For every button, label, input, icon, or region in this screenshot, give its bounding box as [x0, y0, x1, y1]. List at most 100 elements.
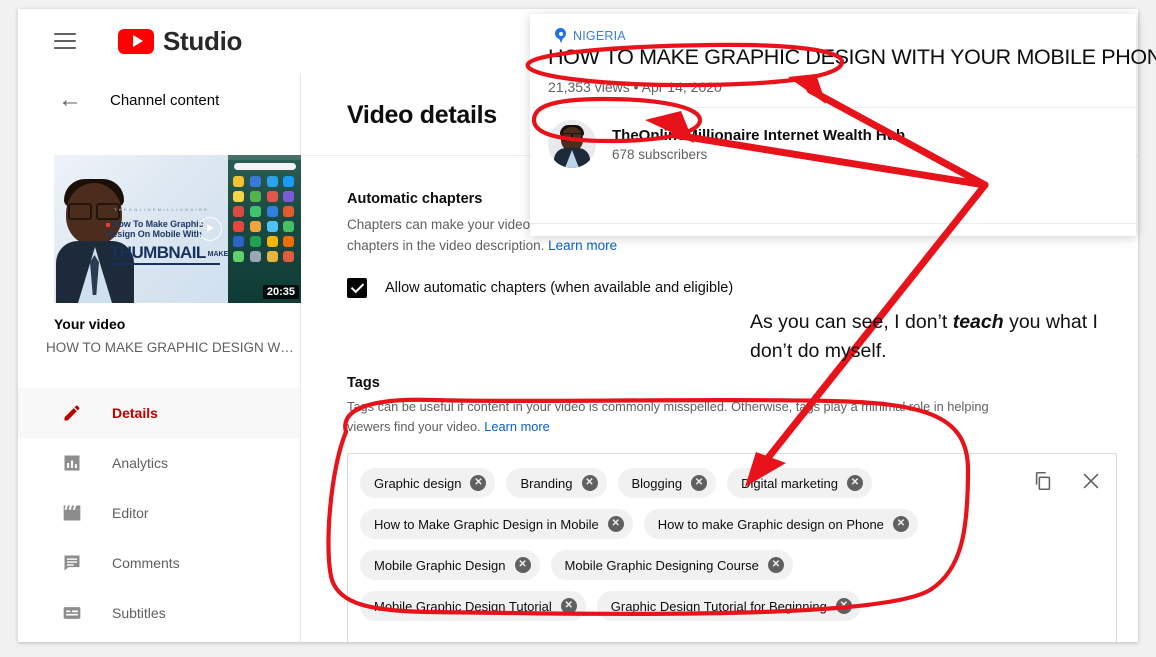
thumbnail-kicker: THEONLINEMILLIONAIRE: [114, 207, 210, 212]
sidebar-nav: Details Analytics Editor Comments Subtit…: [18, 388, 300, 638]
phone-screenshot: [228, 155, 302, 303]
sidebar-item-label: Comments: [112, 555, 180, 571]
tag-chip[interactable]: Blogging ✕: [617, 468, 717, 498]
tag-chip-row: How to Make Graphic Design in Mobile ✕ Ho…: [360, 509, 990, 539]
tag-chip[interactable]: Branding ✕: [506, 468, 607, 498]
remove-chip-icon[interactable]: ✕: [691, 475, 708, 491]
tags-section: Tags Tags can be useful if content in yo…: [347, 375, 1117, 642]
chapters-learn-more-link[interactable]: Learn more: [548, 238, 617, 253]
tag-chip-label: Mobile Graphic Designing Course: [564, 557, 759, 573]
video-preview-card[interactable]: NIGERIA HOW TO MAKE GRAPHIC DESIGN WITH …: [530, 14, 1156, 236]
tag-chip[interactable]: How to Make Graphic Design in Mobile ✕: [360, 509, 633, 539]
tag-chip[interactable]: Graphic design ✕: [360, 468, 496, 498]
tag-chip[interactable]: How to make Graphic design on Phone ✕: [643, 509, 918, 539]
tag-chip-row: Mobile Graphic Design Tutorial ✕ Graphic …: [360, 591, 990, 621]
preview-location-label: NIGERIA: [573, 28, 626, 43]
tag-chip-label: Branding: [520, 475, 573, 491]
tag-chip-label: Mobile Graphic Design: [374, 557, 506, 573]
sidebar-item-comments[interactable]: Comments: [18, 538, 300, 588]
preview-channel-name: TheOnlineMillionaire Internet Wealth Hub: [612, 126, 906, 144]
chapters-desc-line1: Chapters can make your video e: [347, 217, 542, 232]
hamburger-icon[interactable]: [54, 33, 76, 49]
tag-chip-label: Blogging: [631, 475, 683, 491]
tag-chip-label: How to Make Graphic Design in Mobile: [374, 516, 599, 532]
sidebar-item-label: Subtitles: [112, 605, 166, 621]
bar-chart-icon: [58, 451, 86, 475]
preview-video-title: HOW TO MAKE GRAPHIC DESIGN WITH YOUR MOB…: [548, 45, 1156, 69]
tag-chip-label: Graphic design: [374, 475, 462, 491]
sidebar-video-title: HOW TO MAKE GRAPHIC DESIGN W…: [46, 340, 294, 355]
preview-channel-row[interactable]: TheOnlineMillionaire Internet Wealth Hub…: [530, 108, 1136, 168]
back-to-channel-content[interactable]: ← Channel content: [18, 73, 300, 127]
tag-chip-label: Graphic Design Tutorial for Beginning: [610, 598, 827, 614]
sidebar-item-subtitles[interactable]: Subtitles: [18, 588, 300, 638]
back-label: Channel content: [110, 91, 220, 109]
sidebar-item-editor[interactable]: Editor: [18, 488, 300, 538]
tags-description: Tags can be useful if content in your vi…: [347, 397, 1117, 437]
tag-chip[interactable]: Mobile Graphic Designing Course ✕: [550, 550, 793, 580]
sidebar-item-label: Details: [112, 405, 158, 421]
tags-input-box[interactable]: Graphic design ✕ Branding ✕ Blogging ✕ Digi…: [347, 453, 1117, 642]
remove-chip-icon[interactable]: ✕: [470, 475, 487, 491]
clapperboard-icon: [58, 501, 86, 525]
allow-automatic-chapters-row[interactable]: Allow automatic chapters (when available…: [347, 278, 987, 298]
remove-chip-icon[interactable]: ✕: [835, 598, 852, 614]
presenter-illustration: [56, 177, 134, 303]
sidebar-item-label: Analytics: [112, 455, 169, 471]
tag-chip[interactable]: Mobile Graphic Design ✕: [360, 550, 540, 580]
tags-box-actions: [1032, 470, 1102, 492]
tag-chip-label: Digital marketing: [741, 475, 838, 491]
tag-chip-row: Graphic design ✕ Branding ✕ Blogging ✕ Digi…: [360, 468, 990, 498]
preview-location: NIGERIA: [530, 14, 1136, 43]
copy-icon[interactable]: [1032, 470, 1054, 492]
your-video-label: Your video: [54, 316, 126, 332]
allow-automatic-chapters-label: Allow automatic chapters (when available…: [385, 280, 734, 296]
brand-label: Studio: [163, 25, 243, 56]
location-pin-icon: [555, 28, 566, 43]
remove-chip-icon[interactable]: ✕: [581, 475, 598, 491]
allow-automatic-chapters-checkbox[interactable]: [347, 278, 367, 298]
tag-chip-list: Graphic design ✕ Branding ✕ Blogging ✕ Digi…: [360, 468, 990, 621]
sidebar: ← Channel content THEONLINEMILLIONAIRE H…: [18, 73, 302, 642]
preview-video-meta: 21,353 views • Apr 14, 2020: [548, 79, 722, 95]
remove-chip-icon[interactable]: ✕: [607, 516, 624, 532]
avatar: [548, 120, 596, 168]
back-arrow-icon: ←: [58, 86, 82, 113]
remove-chip-icon[interactable]: ✕: [892, 516, 909, 532]
remove-chip-icon[interactable]: ✕: [846, 475, 863, 491]
subtitles-icon: [58, 601, 86, 625]
play-icon: [198, 217, 222, 241]
close-icon[interactable]: [1080, 470, 1102, 492]
tags-learn-more-link[interactable]: Learn more: [484, 419, 549, 434]
tags-desc-line2: viewers find your video.: [347, 419, 481, 434]
page-title: Video details: [347, 101, 497, 129]
tags-desc-line1: Tags can be useful if content in your vi…: [347, 399, 989, 414]
tag-chip[interactable]: Graphic Design Tutorial for Beginning ✕: [596, 591, 861, 621]
pencil-icon: [58, 401, 86, 425]
remove-chip-icon[interactable]: ✕: [560, 598, 577, 614]
youtube-play-icon: [118, 28, 154, 54]
annotation-text-part1: As you can see, I don’t: [750, 311, 953, 333]
annotation-text-emphasis: teach: [952, 311, 1004, 333]
annotation-text: As you can see, I don’t teach you what I…: [750, 308, 1120, 366]
remove-chip-icon[interactable]: ✕: [767, 557, 784, 573]
tag-chip[interactable]: Digital marketing ✕: [727, 468, 872, 498]
chapters-desc-line2: chapters in the video description.: [347, 238, 545, 253]
sidebar-item-label: Editor: [112, 505, 149, 521]
tag-chip[interactable]: Mobile Graphic Design Tutorial ✕: [360, 591, 586, 621]
remove-chip-icon[interactable]: ✕: [514, 557, 531, 573]
comment-icon: [58, 551, 86, 575]
video-thumbnail[interactable]: THEONLINEMILLIONAIRE How To Make Graphic…: [54, 155, 302, 303]
studio-logo[interactable]: Studio: [118, 26, 242, 57]
tags-title: Tags: [347, 375, 380, 391]
tag-chip-row: Mobile Graphic Design ✕ Mobile Graphic De…: [360, 550, 990, 580]
preview-bottom-divider: [530, 223, 1136, 224]
sidebar-item-analytics[interactable]: Analytics: [18, 438, 300, 488]
thumbnail-artwork: THEONLINEMILLIONAIRE How To Make Graphic…: [54, 155, 233, 303]
video-duration: 20:35: [262, 285, 299, 299]
sidebar-item-details[interactable]: Details: [18, 388, 300, 438]
preview-channel-subscribers: 678 subscribers: [612, 146, 708, 162]
thumbnail-bigtext: THUMBNAIL MAKER: [110, 243, 234, 262]
tag-chip-label: How to make Graphic design on Phone: [657, 516, 884, 532]
tag-chip-label: Mobile Graphic Design Tutorial: [374, 598, 552, 614]
